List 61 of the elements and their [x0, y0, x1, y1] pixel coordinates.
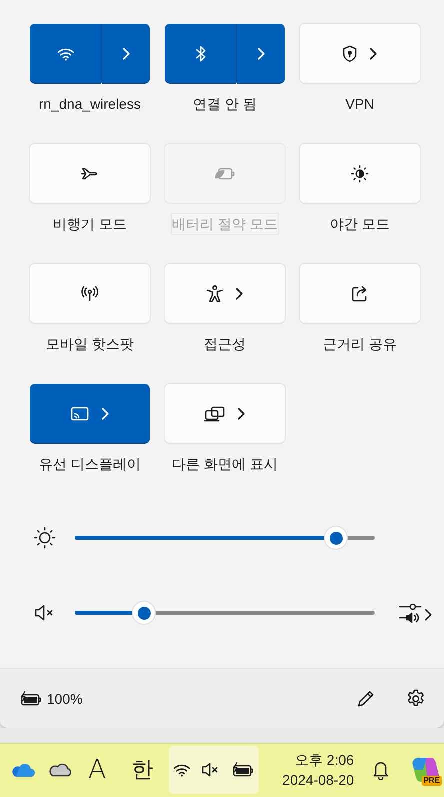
chevron-icon	[256, 46, 266, 60]
project-button[interactable]	[165, 384, 285, 443]
battery-icon	[230, 762, 255, 778]
tile-label: 접근성	[204, 335, 246, 354]
chevron-icon	[100, 406, 110, 420]
chevron-icon	[236, 406, 246, 420]
tile-label: 유선 디스플레이	[39, 455, 141, 474]
cast-icon	[70, 406, 90, 422]
accessibility-button[interactable]	[165, 264, 285, 323]
tile-label: 모바일 핫스팟	[46, 335, 134, 354]
wifi-icon	[56, 46, 75, 60]
wifi-icon	[172, 763, 191, 778]
night-light-button[interactable]	[300, 144, 420, 203]
slider-thumb[interactable]	[133, 602, 155, 624]
share-icon	[351, 284, 369, 302]
system-tray-button[interactable]	[168, 746, 260, 794]
wifi-more-button[interactable]	[102, 24, 150, 83]
chevron-icon	[234, 286, 244, 300]
input-method-button[interactable]: 한	[124, 750, 161, 790]
settings-icon	[406, 688, 426, 708]
mobile-hotspot-button[interactable]	[30, 264, 150, 323]
tile-label: VPN	[346, 95, 374, 114]
tile-label: 연결 안 됨	[193, 95, 257, 114]
wifi-toggle[interactable]	[30, 24, 102, 83]
tile-label: 근거리 공유	[323, 335, 397, 354]
shield-icon	[342, 44, 358, 62]
preview-badge: PRE	[422, 776, 442, 786]
cast-button[interactable]	[30, 384, 150, 443]
pencil-icon	[356, 688, 376, 708]
tile-label: 다른 화면에 표시	[172, 455, 278, 474]
chevron-icon	[121, 46, 132, 60]
battery-icon	[19, 690, 43, 706]
clock-button[interactable]: 오후 2:06 2024-08-20	[269, 746, 354, 794]
person-icon	[206, 284, 224, 302]
brightness-icon	[33, 526, 57, 550]
bluetooth-more-button[interactable]	[237, 24, 285, 83]
bluetooth-icon	[194, 44, 207, 62]
slider-thumb[interactable]	[325, 527, 347, 549]
tile-label: rn_dna_wireless	[39, 95, 141, 114]
airplane-mode-button[interactable]	[30, 144, 150, 203]
nearby-sharing-button[interactable]	[300, 264, 420, 323]
chevron-icon	[368, 46, 378, 60]
battery-percentage: 100%	[47, 690, 83, 706]
copilot-icon	[410, 756, 441, 784]
battery-leaf-icon	[214, 166, 236, 180]
sun-moon-icon	[351, 164, 369, 182]
vpn-button[interactable]	[300, 24, 420, 83]
antenna-icon	[80, 286, 100, 302]
cloud-icon	[10, 761, 36, 780]
cloud-icon	[47, 761, 74, 780]
bluetooth-toggle[interactable]	[165, 24, 236, 83]
tile-label: 비행기 모드	[53, 215, 127, 234]
edit-button[interactable]	[356, 688, 376, 708]
tile-label: 야간 모드	[330, 215, 390, 234]
bell-icon	[372, 760, 390, 780]
copilot-button[interactable]: PRE	[407, 750, 444, 790]
settings-button[interactable]	[406, 688, 426, 708]
airplane-icon	[80, 166, 100, 182]
screens-icon	[204, 406, 226, 422]
tile-label: 배터리 절약 모드	[172, 214, 278, 234]
keyboard-layout-button[interactable]: A	[78, 750, 116, 790]
